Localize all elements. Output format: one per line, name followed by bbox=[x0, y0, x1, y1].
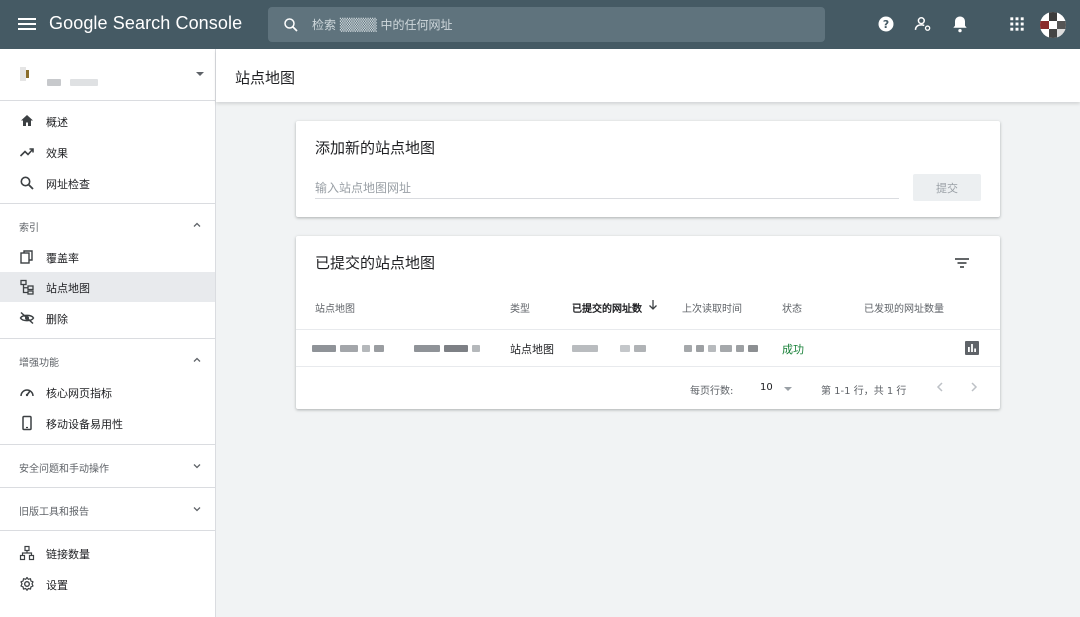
sidebar-item-removals[interactable]: 删除 bbox=[0, 303, 215, 333]
section-index-header[interactable]: 索引 bbox=[0, 210, 215, 240]
column-header-status[interactable]: 状态 bbox=[782, 300, 802, 315]
last-read-date-redacted bbox=[684, 345, 758, 352]
section-enhancements-header[interactable]: 增强功能 bbox=[0, 345, 215, 375]
column-header-type[interactable]: 类型 bbox=[510, 300, 530, 315]
notifications-bell-icon[interactable] bbox=[950, 14, 970, 34]
submitted-sitemaps-card: 已提交的站点地图 站点地图 类型 已提交的网址数 上次读取时间 状态 已发现的网… bbox=[296, 236, 1000, 409]
sidebar-item-label: 删除 bbox=[46, 313, 68, 326]
divider bbox=[0, 444, 215, 445]
sidebar-item-label: 概述 bbox=[46, 116, 68, 129]
link-tree-icon bbox=[19, 545, 35, 561]
chevron-up-icon bbox=[193, 357, 201, 362]
divider bbox=[0, 487, 215, 488]
property-selector[interactable] bbox=[0, 49, 215, 100]
search-icon bbox=[20, 176, 34, 190]
page-header: 站点地图 bbox=[216, 49, 1080, 102]
sidebar-item-links[interactable]: 链接数量 bbox=[0, 538, 215, 568]
section-label: 旧版工具和报告 bbox=[19, 507, 89, 518]
sitemap-icon bbox=[20, 279, 34, 295]
sidebar-item-sitemaps[interactable]: 站点地图 bbox=[0, 272, 215, 302]
property-name-redacted bbox=[47, 71, 99, 90]
chevron-down-icon bbox=[193, 464, 201, 469]
divider bbox=[296, 329, 1000, 330]
sort-arrow-down-icon bbox=[649, 300, 657, 310]
sidebar-item-overview[interactable]: 概述 bbox=[0, 106, 215, 136]
section-label: 增强功能 bbox=[19, 358, 59, 369]
chevron-left-icon[interactable] bbox=[933, 380, 947, 394]
sidebar-item-label: 网址检查 bbox=[46, 178, 90, 191]
rows-per-page-select[interactable]: 10 bbox=[760, 382, 773, 393]
submitted-date-redacted bbox=[572, 345, 646, 352]
divider bbox=[0, 203, 215, 204]
property-favicon-icon bbox=[20, 67, 29, 81]
chevron-up-icon bbox=[193, 222, 201, 227]
card-title: 已提交的站点地图 bbox=[315, 254, 436, 272]
svg-text:?: ? bbox=[883, 18, 889, 31]
section-label: 安全问题和手动操作 bbox=[19, 464, 109, 475]
section-label: 索引 bbox=[19, 223, 39, 234]
search-icon bbox=[284, 18, 298, 32]
trending-up-icon bbox=[19, 148, 34, 157]
home-icon bbox=[21, 115, 33, 126]
divider bbox=[0, 100, 215, 101]
divider bbox=[0, 530, 215, 531]
menu-icon[interactable] bbox=[18, 15, 36, 33]
dropdown-caret-icon[interactable] bbox=[784, 387, 792, 391]
sidebar-item-label: 覆盖率 bbox=[46, 252, 79, 265]
account-settings-icon[interactable] bbox=[913, 14, 933, 34]
sidebar-item-label: 核心网页指标 bbox=[46, 387, 112, 400]
sidebar: 概述 效果 网址检查 索引 覆盖率 站点地图 删除 增强功能 核心网页指标 移动… bbox=[0, 49, 216, 617]
sidebar-item-performance[interactable]: 效果 bbox=[0, 137, 215, 167]
chevron-down-icon bbox=[196, 72, 204, 76]
chevron-down-icon bbox=[193, 507, 201, 512]
copy-pages-icon bbox=[20, 250, 33, 264]
sidebar-item-url-inspection[interactable]: 网址检查 bbox=[0, 168, 215, 198]
url-inspection-search[interactable] bbox=[268, 7, 825, 42]
section-legacy-header[interactable]: 旧版工具和报告 bbox=[0, 494, 215, 524]
speed-gauge-icon bbox=[20, 389, 34, 397]
sitemap-url-redacted bbox=[312, 345, 480, 352]
apps-grid-icon[interactable] bbox=[1007, 14, 1027, 34]
filter-icon[interactable] bbox=[953, 254, 971, 272]
app-logo[interactable]: Google Search Console bbox=[49, 13, 242, 34]
column-header-discovered-urls[interactable]: 已发现的网址数量 bbox=[864, 300, 944, 315]
pagination-range: 第 1-1 行，共 1 行 bbox=[821, 386, 907, 397]
smartphone-icon bbox=[22, 415, 32, 431]
column-header-submitted-urls[interactable]: 已提交的网址数 bbox=[572, 300, 642, 315]
page-title: 站点地图 bbox=[235, 69, 296, 87]
top-app-bar: Google Search Console ? bbox=[0, 0, 1080, 49]
settings-gear-icon bbox=[20, 576, 34, 591]
sidebar-item-label: 站点地图 bbox=[46, 282, 90, 295]
rows-per-page-label: 每页行数: bbox=[690, 386, 734, 397]
sidebar-item-label: 移动设备易用性 bbox=[46, 418, 123, 431]
help-icon[interactable]: ? bbox=[876, 14, 896, 34]
divider bbox=[296, 366, 1000, 367]
column-header-last-read[interactable]: 上次读取时间 bbox=[682, 300, 742, 315]
sidebar-item-mobile-usability[interactable]: 移动设备易用性 bbox=[0, 408, 215, 438]
search-input[interactable] bbox=[312, 15, 802, 35]
sidebar-item-label: 链接数量 bbox=[46, 548, 90, 561]
section-security-header[interactable]: 安全问题和手动操作 bbox=[0, 451, 215, 481]
sitemap-url-input[interactable] bbox=[315, 177, 899, 199]
sidebar-item-core-web-vitals[interactable]: 核心网页指标 bbox=[0, 377, 215, 407]
sitemap-type: 站点地图 bbox=[510, 343, 554, 356]
sidebar-item-label: 效果 bbox=[46, 147, 68, 160]
submit-button[interactable]: 提交 bbox=[913, 174, 981, 201]
visibility-off-icon bbox=[19, 311, 35, 325]
bar-chart-icon[interactable] bbox=[965, 341, 979, 355]
card-title: 添加新的站点地图 bbox=[315, 139, 436, 157]
avatar[interactable] bbox=[1040, 12, 1066, 38]
chevron-right-icon[interactable] bbox=[967, 380, 981, 394]
sidebar-item-coverage[interactable]: 覆盖率 bbox=[0, 242, 215, 272]
divider bbox=[0, 338, 215, 339]
sidebar-item-settings[interactable]: 设置 bbox=[0, 569, 215, 599]
column-header-sitemap[interactable]: 站点地图 bbox=[315, 300, 355, 315]
add-sitemap-card: 添加新的站点地图 提交 bbox=[296, 121, 1000, 217]
sidebar-item-label: 设置 bbox=[46, 579, 68, 592]
status-badge: 成功 bbox=[782, 343, 804, 356]
